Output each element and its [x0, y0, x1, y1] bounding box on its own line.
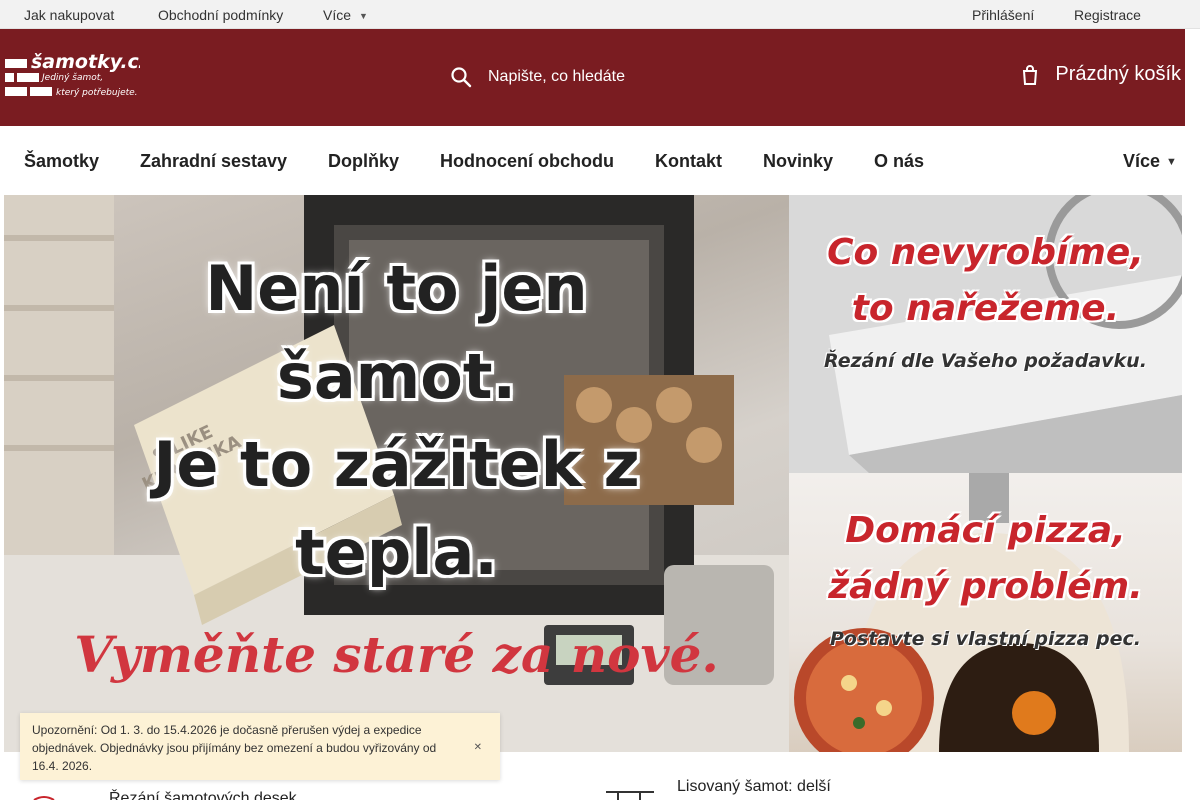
top-bar: Jak nakupovat Obchodní podmínky Více ▼ Př… [0, 0, 1200, 29]
chevron-down-icon: ▼ [1166, 156, 1177, 168]
pressed-brick-icon [606, 791, 654, 800]
close-icon[interactable]: ✕ [474, 739, 482, 757]
svg-text:šamotky.cz: šamotky.cz [31, 51, 140, 73]
site-header: šamotky.cz Jediný šamot, který potřebuje… [0, 29, 1185, 126]
svg-text:Jediný šamot,: Jediný šamot, [40, 72, 103, 83]
banner-cutting-subline: Řezání dle Vašeho požadavku. [824, 350, 1147, 372]
banner-main[interactable]: SILIKE KERAMIKA Není to jen šamot. Je to… [4, 195, 789, 752]
banner-cutting-headline: Co nevyrobíme, to nařežeme. [789, 225, 1182, 337]
topbar-link-terms[interactable]: Obchodní podmínky [158, 7, 283, 23]
login-link[interactable]: Přihlášení [972, 7, 1034, 23]
cutting-icon [33, 796, 55, 800]
banner-main-line4: tepla. [295, 516, 498, 589]
banner-pizza[interactable]: Domácí pizza, žádný problém. Postavte si… [789, 473, 1182, 752]
nav-item-reviews[interactable]: Hodnocení obchodu [440, 151, 614, 172]
logo-graphic: šamotky.cz Jediný šamot, který potřebuje… [5, 51, 151, 98]
feature-cutting-label: Řezání šamotových desek [109, 790, 297, 800]
topbar-link-more[interactable]: Více ▼ [323, 7, 368, 23]
nav-item-samotky[interactable]: Šamotky [24, 151, 99, 172]
search-box [450, 59, 750, 95]
nav-item-more[interactable]: Více ▼ [1123, 151, 1177, 172]
search-input[interactable] [488, 68, 728, 86]
cart-icon [1023, 64, 1038, 85]
nav-item-accessories[interactable]: Doplňky [328, 151, 399, 172]
nav-item-garden-sets[interactable]: Zahradní sestavy [140, 151, 287, 172]
banner-main-headline: Není to jen šamot. Je to zážitek z tepla… [4, 245, 789, 597]
main-navigation: Šamotky Zahradní sestavy Doplňky Hodnoce… [0, 126, 1185, 195]
chevron-down-icon: ▼ [359, 11, 368, 21]
banner-pizza-headline: Domácí pizza, žádný problém. [789, 503, 1182, 615]
banner-cutting-line2: to nařežeme. [851, 288, 1120, 329]
nav-item-contact[interactable]: Kontakt [655, 151, 722, 172]
nav-item-about[interactable]: O nás [874, 151, 924, 172]
banner-main-line2: šamot. [276, 340, 517, 413]
topbar-link-how-to-buy[interactable]: Jak nakupovat [24, 7, 114, 23]
banner-main-tagline: Vyměňte staré za nové. [74, 625, 719, 684]
banner-cutting[interactable]: Co nevyrobíme, to nařežeme. Řezání dle V… [789, 195, 1182, 473]
banner-pizza-subline: Postavte si vlastní pizza pec. [830, 628, 1141, 650]
banner-pizza-line2: žádný problém. [828, 566, 1143, 607]
banner-cutting-line1: Co nevyrobíme, [827, 232, 1144, 273]
search-icon[interactable] [450, 66, 472, 88]
cart-button[interactable]: Prázdný košík [1021, 63, 1181, 86]
notice-text: Upozornění: Od 1. 3. do 15.4.2026 je doč… [32, 723, 437, 773]
notice-banner: Upozornění: Od 1. 3. do 15.4.2026 je doč… [20, 713, 500, 780]
banner-main-line3: Je to zážitek z [153, 428, 640, 501]
feature-pressed-label: Lisovaný šamot: delší [677, 778, 831, 795]
site-logo[interactable]: šamotky.cz Jediný šamot, který potřebuje… [4, 50, 151, 102]
register-link[interactable]: Registrace [1074, 7, 1141, 23]
feature-cutting[interactable]: Řezání šamotových desek [30, 780, 330, 800]
topbar-more-label: Více [323, 7, 352, 23]
svg-text:který potřebujete.: který potřebujete. [56, 88, 138, 98]
feature-pressed[interactable]: Lisovaný šamot: delší [600, 776, 900, 800]
nav-item-news[interactable]: Novinky [763, 151, 833, 172]
banner-main-line1: Není to jen [205, 252, 588, 325]
cart-label: Prázdný košík [1055, 63, 1181, 85]
nav-more-label: Více [1123, 151, 1161, 171]
banner-pizza-line1: Domácí pizza, [845, 510, 1126, 551]
